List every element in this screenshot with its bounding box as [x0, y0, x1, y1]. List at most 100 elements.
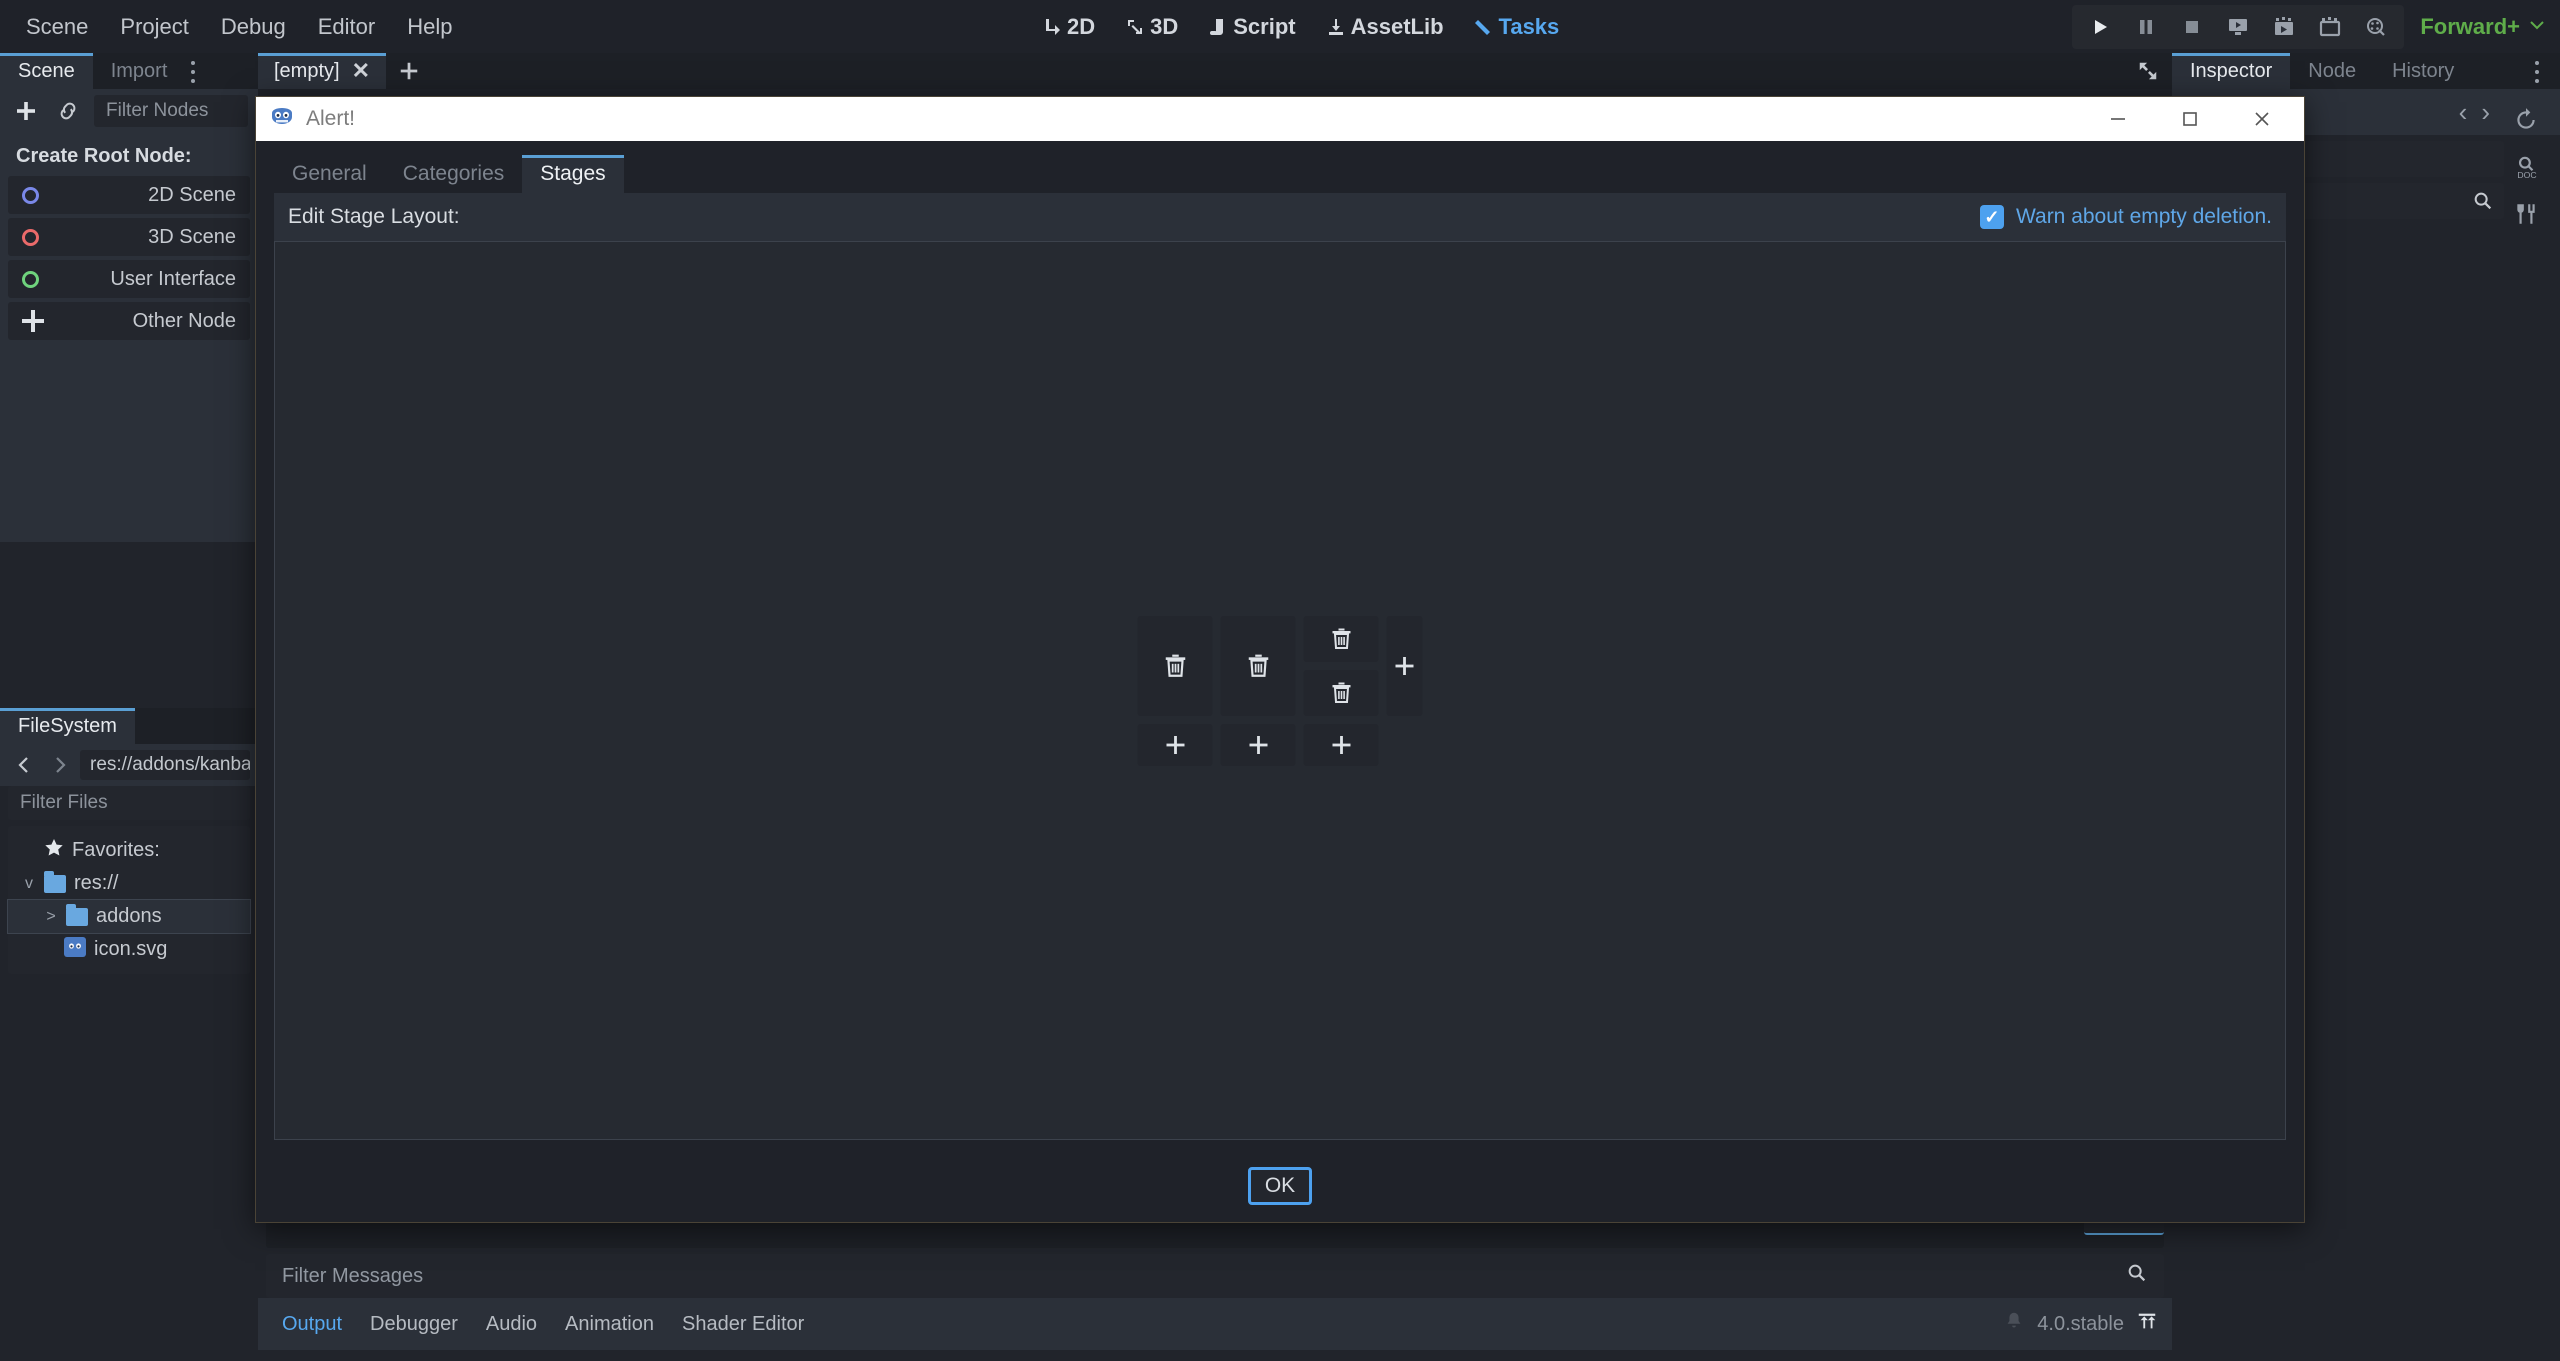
maximize-icon[interactable] [2154, 97, 2226, 141]
scene-tab-empty[interactable]: [empty] ✕ [258, 53, 386, 89]
expand-bottom-panel-icon[interactable] [2136, 1310, 2158, 1338]
tab-audio[interactable]: Audio [472, 1307, 551, 1342]
window-controls [2082, 97, 2298, 141]
warn-empty-deletion-label: Warn about empty deletion. [2016, 205, 2272, 229]
close-icon[interactable] [2226, 97, 2298, 141]
filter-nodes-input[interactable]: Filter Nodes [94, 95, 248, 127]
tab-2d[interactable]: 2D [1030, 7, 1107, 47]
chevron-down-icon [2528, 14, 2546, 40]
pause-icon[interactable] [2124, 9, 2168, 45]
stop-icon[interactable] [2170, 9, 2214, 45]
delete-stage-button[interactable] [1138, 616, 1213, 716]
tab-filesystem[interactable]: FileSystem [0, 708, 135, 744]
tab-script[interactable]: Script [1196, 7, 1307, 47]
tab-node[interactable]: Node [2290, 53, 2374, 89]
renderer-selector[interactable]: Forward+ [2420, 14, 2552, 40]
add-stage-button[interactable] [1304, 724, 1379, 766]
main-editor-switcher: 2D 3D Script AssetLib [1030, 0, 1571, 53]
scene-tab-label: [empty] [274, 60, 340, 83]
add-stage-button[interactable] [1138, 724, 1213, 766]
expand-icon[interactable] [2124, 53, 2172, 89]
add-node-icon[interactable] [10, 95, 42, 127]
inspector-side-icons: DOC [2498, 93, 2554, 232]
filesystem-path-value: res://addons/kanban_ta [90, 754, 250, 776]
create-2d-scene-button[interactable]: 2D Scene [8, 176, 250, 214]
nav-back-icon[interactable] [8, 749, 40, 781]
tab-assetlib-label: AssetLib [1351, 14, 1444, 40]
inspector-overflow-menu-icon[interactable] [2528, 61, 2546, 83]
tab-debugger[interactable]: Debugger [356, 1307, 472, 1342]
warn-empty-deletion-checkbox[interactable]: ✓ Warn about empty deletion. [1980, 205, 2272, 229]
add-stage-column-button[interactable] [1387, 616, 1423, 716]
menu-project[interactable]: Project [104, 8, 204, 46]
filter-files-input[interactable]: Filter Files [8, 786, 250, 820]
instance-child-scene-icon[interactable] [52, 95, 84, 127]
tab-assetlib[interactable]: AssetLib [1314, 7, 1456, 47]
doc-search-icon[interactable]: DOC [2513, 154, 2539, 185]
main-menu: Scene Project Debug Editor Help [0, 8, 468, 46]
history-icon[interactable] [2513, 107, 2539, 138]
inspector-next-icon[interactable]: › [2481, 97, 2490, 128]
create-user-interface-button[interactable]: User Interface [8, 260, 250, 298]
delete-stage-button[interactable] [1304, 670, 1379, 716]
menu-editor[interactable]: Editor [302, 8, 391, 46]
tools-icon[interactable] [2513, 201, 2539, 232]
dialog-title: Alert! [306, 107, 355, 131]
menu-bar: Scene Project Debug Editor Help 2D 3D [0, 0, 2560, 53]
delete-stage-button[interactable] [1221, 616, 1296, 716]
tab-3d[interactable]: 3D [1113, 7, 1190, 47]
minimize-icon[interactable] [2082, 97, 2154, 141]
play-custom-scene-icon[interactable] [2308, 9, 2352, 45]
play-buttons-group [2072, 5, 2404, 49]
tab-scene[interactable]: Scene [0, 53, 93, 89]
stage-column-1 [1138, 616, 1213, 716]
list-item[interactable]: v res:// [8, 867, 250, 900]
ok-button[interactable]: OK [1248, 1167, 1312, 1205]
tab-stages[interactable]: Stages [522, 155, 623, 193]
edit-stage-layout-label: Edit Stage Layout: [288, 205, 460, 229]
list-item[interactable]: icon.svg [8, 933, 250, 966]
play-icon[interactable] [2078, 9, 2122, 45]
dialog-title-bar[interactable]: Alert! [256, 97, 2304, 141]
filesystem-path-input[interactable]: res://addons/kanban_ta [80, 750, 250, 780]
bell-icon[interactable] [2003, 1310, 2025, 1338]
scene-tab-bar: [empty] ✕ [258, 53, 2172, 89]
menu-scene[interactable]: Scene [10, 8, 104, 46]
tab-history[interactable]: History [2374, 53, 2472, 89]
add-stage-button[interactable] [1221, 724, 1296, 766]
filesystem-path-bar: res://addons/kanban_ta [0, 744, 258, 786]
chevron-right-icon[interactable]: > [44, 908, 58, 926]
stage-layout-canvas[interactable] [274, 241, 2286, 1140]
create-user-interface-label: User Interface [110, 268, 236, 291]
movie-render-icon[interactable] [2354, 9, 2398, 45]
menu-debug[interactable]: Debug [205, 8, 302, 46]
chevron-down-icon[interactable]: v [22, 875, 36, 893]
list-item[interactable]: Favorites: [8, 834, 250, 867]
tab-inspector[interactable]: Inspector [2172, 53, 2290, 89]
tab-output[interactable]: Output [268, 1307, 356, 1342]
tab-shader-editor[interactable]: Shader Editor [668, 1307, 818, 1342]
tab-categories[interactable]: Categories [385, 155, 523, 193]
tab-tasks[interactable]: Tasks [1462, 7, 1572, 47]
create-3d-scene-button[interactable]: 3D Scene [8, 218, 250, 256]
tab-animation[interactable]: Animation [551, 1307, 668, 1342]
close-icon[interactable]: ✕ [352, 58, 370, 84]
dock-overflow-menu-icon[interactable] [184, 61, 202, 83]
nav-forward-icon[interactable] [44, 749, 76, 781]
tab-general[interactable]: General [274, 155, 385, 193]
search-icon[interactable] [2126, 1262, 2148, 1290]
filter-messages-input[interactable]: Filter Messages [266, 1254, 2164, 1298]
create-other-node-button[interactable]: Other Node [8, 302, 250, 340]
list-item-label: addons [96, 905, 162, 928]
create-root-node-label: Create Root Node: [0, 133, 258, 176]
list-item[interactable]: > addons [8, 900, 250, 933]
delete-stage-button[interactable] [1304, 616, 1379, 662]
tab-scene-label: Scene [18, 60, 75, 83]
tasks-icon [1474, 17, 1494, 37]
tab-import[interactable]: Import [93, 53, 186, 89]
play-scene-icon[interactable] [2262, 9, 2306, 45]
inspector-prev-icon[interactable]: ‹ [2459, 97, 2468, 128]
add-scene-tab-button[interactable] [386, 53, 432, 89]
play-remote-icon[interactable] [2216, 9, 2260, 45]
menu-help[interactable]: Help [391, 8, 468, 46]
